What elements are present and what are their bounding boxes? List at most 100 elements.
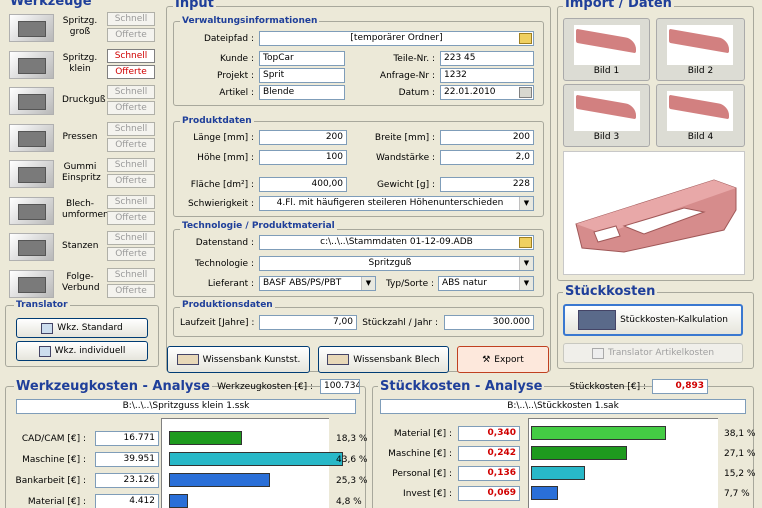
typ-value: ABS natur [442, 278, 487, 288]
part-3d-image [575, 179, 737, 253]
translator-artikelkosten-button[interactable]: Translator Artikelkosten [563, 343, 743, 363]
bild-1-label: Bild 1 [593, 66, 620, 76]
folder-icon[interactable] [519, 237, 532, 248]
translator-icon [591, 347, 604, 359]
datenstand-field[interactable]: c:\..\..\Stammdaten 01-12-09.ADB [259, 235, 534, 250]
dateipfad-label: Dateipfad : [203, 34, 254, 44]
bild-2-thumbnail[interactable]: Bild 2 [656, 18, 745, 81]
bild-4-thumbnail[interactable]: Bild 4 [656, 84, 745, 147]
gewicht-label: Gewicht [g] : [376, 180, 435, 190]
calculator-icon [578, 310, 617, 330]
gewicht-field[interactable]: 228 [440, 177, 534, 192]
chart-bar-maschine [531, 446, 628, 460]
chart-bar-personal [531, 466, 586, 480]
export-button[interactable]: ⚒ Export [457, 346, 549, 373]
wkz-individuell-button[interactable]: Wkz. individuell [16, 341, 148, 361]
press-icon [9, 123, 54, 152]
hoehe-field[interactable]: 100 [259, 150, 347, 165]
laufzeit-label: Laufzeit [Jahre] : [180, 318, 255, 328]
lieferant-value: BASF ABS/PS/PBT [263, 278, 342, 288]
flaeche-field[interactable]: 400,00 [259, 177, 347, 192]
analyse-row-value: 39.951 [95, 452, 159, 467]
chevron-down-icon[interactable]: ▼ [519, 277, 533, 290]
dateipfad-field[interactable]: [temporärer Ordner] [259, 31, 534, 46]
technologie-title: Technologie / Produktmaterial [180, 221, 337, 231]
breite-field[interactable]: 200 [440, 130, 534, 145]
anfragenr-label: Anfrage-Nr : [379, 71, 435, 81]
analyse-row-label: Maschine [€] : [388, 449, 452, 459]
rubber-injection-icon [9, 160, 54, 188]
flaeche-label: Fläche [dm²] : [190, 180, 254, 190]
projekt-field[interactable]: Sprit [259, 68, 345, 83]
werkzeug-label: Druckguß [62, 95, 106, 105]
artikel-field[interactable]: Blende [259, 85, 345, 100]
chart-bar-cadcam [169, 431, 243, 445]
wandstaerke-label: Wandstärke : [375, 153, 435, 163]
chevron-down-icon[interactable]: ▼ [361, 277, 375, 290]
offerte-button[interactable]: Offerte [107, 247, 155, 261]
kunde-label: Kunde : [219, 54, 254, 64]
schwierigkeit-select[interactable]: 4.Fl. mit häufigeren steileren Höhenunte… [259, 196, 534, 211]
chevron-down-icon[interactable]: ▼ [519, 257, 533, 270]
datum-label: Datum : [398, 88, 435, 98]
teilenr-field[interactable]: 223 45 [440, 51, 534, 66]
lieferant-label: Lieferant : [207, 279, 254, 289]
verwaltung-title: Verwaltungsinformationen [180, 16, 320, 26]
bild-3-thumbnail[interactable]: Bild 3 [563, 84, 650, 147]
schnell-button[interactable]: Schnell [107, 194, 155, 209]
kunde-field[interactable]: TopCar [259, 51, 345, 66]
wandstaerke-field[interactable]: 2,0 [440, 150, 534, 165]
schnell-button[interactable]: Schnell [107, 121, 155, 136]
offerte-button[interactable]: Offerte [107, 137, 155, 152]
offerte-button[interactable]: Offerte [107, 210, 155, 225]
schnell-button[interactable]: Schnell [107, 85, 155, 99]
typ-select[interactable]: ABS natur ▼ [438, 276, 534, 291]
analyse-row-value: 0,242 [458, 446, 520, 461]
offerte-button[interactable]: Offerte [107, 28, 155, 42]
lieferant-select[interactable]: BASF ABS/PS/PBT ▼ [259, 276, 376, 291]
stueckkosten-label: Stückkosten [€] : [569, 382, 646, 392]
schnell-button[interactable]: Schnell [107, 12, 155, 26]
wissensbank-kunststoff-button[interactable]: Wissensbank Kunstst. [167, 346, 310, 373]
stueckkosten-kalkulation-button[interactable]: Stückkosten-Kalkulation [563, 304, 743, 336]
schnell-button[interactable]: Schnell [107, 267, 155, 282]
stueckzahl-field[interactable]: 300.000 [444, 315, 534, 330]
schwierigkeit-label: Schwierigkeit : [187, 199, 254, 209]
input-title: Input [173, 0, 216, 11]
offerte-button[interactable]: Offerte [107, 174, 155, 188]
datenstand-label: Datenstand : [195, 238, 254, 248]
offerte-button[interactable]: Offerte [107, 64, 155, 79]
stueckkosten-total: 0,893 [652, 379, 708, 394]
schnell-button[interactable]: Schnell [107, 158, 155, 172]
offerte-button[interactable]: Offerte [107, 101, 155, 115]
technologie-select[interactable]: Spritzguß ▼ [259, 256, 534, 271]
progressive-die-icon [9, 269, 54, 298]
laenge-field[interactable]: 200 [259, 130, 347, 145]
datenstand-value: c:\..\..\Stammdaten 01-12-09.ADB [320, 237, 473, 247]
wissensbank-kunststoff-label: Wissensbank Kunstst. [202, 354, 301, 365]
chevron-down-icon[interactable]: ▼ [519, 197, 533, 210]
laenge-label: Länge [mm] : [193, 133, 254, 143]
folder-icon[interactable] [519, 33, 532, 44]
laufzeit-field[interactable]: 7,00 [259, 315, 357, 330]
bild-1-thumbnail[interactable]: Bild 1 [563, 18, 650, 81]
datum-field[interactable]: 22.01.2010 [440, 85, 534, 100]
part-preview [563, 151, 745, 275]
wissensbank-blech-label: Wissensbank Blech [353, 354, 440, 365]
calendar-icon[interactable] [519, 87, 532, 98]
artikel-label: Artikel : [219, 88, 254, 98]
chart-percent-label: 25,3 % [336, 476, 368, 486]
wkz-standard-button[interactable]: Wkz. Standard [16, 318, 148, 338]
analyse-row-value: 23.126 [95, 473, 159, 488]
stk-path-field: B:\..\..\Stückkosten 1.sak [380, 399, 746, 414]
offerte-button[interactable]: Offerte [107, 283, 155, 298]
anfragenr-field[interactable]: 1232 [440, 68, 534, 83]
werkzeug-label: Gummi Einspritz [62, 162, 101, 183]
wissensbank-blech-button[interactable]: Wissensbank Blech [318, 346, 449, 373]
schnell-button[interactable]: Schnell [107, 231, 155, 245]
analyse-row-value: 0,340 [458, 426, 520, 441]
analyse-row-label: Material [€] : [27, 497, 86, 507]
schnell-button[interactable]: Schnell [107, 48, 155, 63]
chart-percent-label: 27,1 % [724, 449, 756, 459]
chart-bar-material [169, 494, 189, 508]
